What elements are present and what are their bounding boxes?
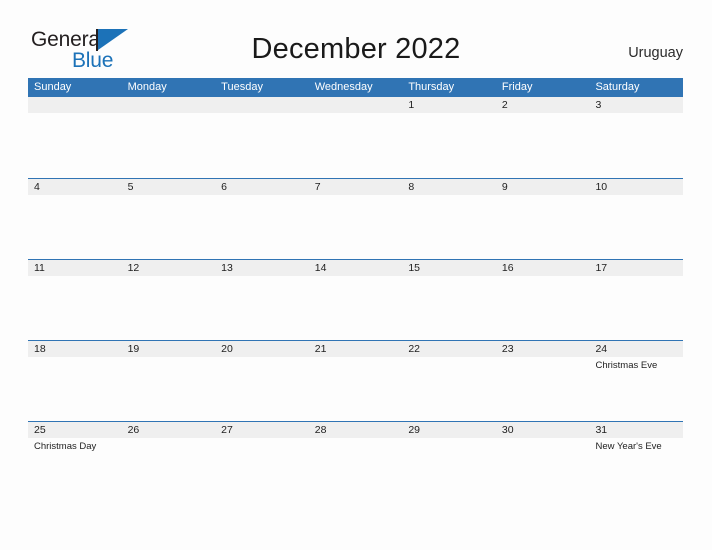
- day-number: 3: [595, 99, 602, 111]
- week-day-cells: 11 12 13 14 15 16 17: [28, 260, 683, 341]
- weekday-wednesday: Wednesday: [314, 81, 373, 93]
- day-number: 21: [314, 343, 327, 355]
- day-number: 9: [501, 181, 508, 193]
- day-number: 23: [501, 343, 514, 355]
- day-cell[interactable]: 29: [402, 422, 496, 503]
- weekday-sunday: Sunday: [34, 81, 72, 93]
- week-row: 1 2 3: [28, 97, 683, 178]
- day-cell[interactable]: 22: [402, 341, 496, 422]
- day-cell[interactable]: 28: [309, 422, 403, 503]
- day-cell[interactable]: 14: [309, 260, 403, 341]
- day-cell[interactable]: [309, 97, 403, 178]
- day-number: 11: [34, 262, 45, 274]
- day-number: 2: [501, 99, 508, 111]
- day-cell[interactable]: 18: [28, 341, 122, 422]
- day-number: 8: [408, 181, 415, 193]
- day-cell[interactable]: 31 New Year's Eve: [589, 422, 683, 503]
- day-number: 22: [408, 343, 420, 355]
- day-cell[interactable]: 30: [496, 422, 590, 503]
- day-cell[interactable]: 10: [589, 179, 683, 260]
- day-cell[interactable]: 8: [402, 179, 496, 260]
- day-cell[interactable]: [122, 97, 216, 178]
- day-number: 14: [314, 262, 327, 274]
- day-number: 13: [221, 262, 233, 274]
- day-number: 20: [221, 343, 233, 355]
- day-cell[interactable]: 19: [122, 341, 216, 422]
- page-title: December 2022: [251, 33, 461, 65]
- day-number: 12: [127, 262, 140, 274]
- week-day-cells: 18 19 20 21 22 23 24 Christmas Eve: [28, 341, 683, 422]
- day-number: 5: [127, 181, 134, 193]
- country-label: Uruguay: [628, 45, 683, 61]
- day-cell[interactable]: 16: [496, 260, 590, 341]
- day-cell[interactable]: 15: [402, 260, 496, 341]
- day-number: 30: [501, 424, 514, 436]
- week-row: 4 5 6 7 8 9 10: [28, 178, 683, 259]
- weekday-friday: Friday: [501, 81, 533, 93]
- day-number: 25: [34, 424, 46, 436]
- weekday-thursday: Thursday: [408, 81, 455, 93]
- day-cell[interactable]: 26: [122, 422, 216, 503]
- day-cell[interactable]: [215, 97, 309, 178]
- day-cell[interactable]: 11: [28, 260, 122, 341]
- day-cell[interactable]: 6: [215, 179, 309, 260]
- day-cell[interactable]: 1: [402, 97, 496, 178]
- day-cell[interactable]: 21: [309, 341, 403, 422]
- weekday-saturday: Saturday: [595, 81, 640, 93]
- week-row: 11 12 13 14 15 16 17: [28, 259, 683, 340]
- weekday-monday: Monday: [127, 81, 167, 93]
- day-cell[interactable]: 27: [215, 422, 309, 503]
- day-cell[interactable]: 25 Christmas Day: [28, 422, 122, 503]
- day-number: 24: [595, 343, 608, 355]
- day-number: 4: [34, 181, 40, 193]
- day-cell[interactable]: 20: [215, 341, 309, 422]
- week-row: 18 19 20 21 22 23 24 Christmas Eve: [28, 340, 683, 421]
- day-cell[interactable]: 9: [496, 179, 590, 260]
- day-cell[interactable]: 3: [589, 97, 683, 178]
- day-event: New Year's Eve: [595, 441, 662, 452]
- weekday-tuesday: Tuesday: [221, 81, 263, 93]
- day-cell[interactable]: 13: [215, 260, 309, 341]
- day-number: 17: [595, 262, 608, 274]
- day-number: 1: [408, 99, 415, 111]
- weekday-header-row: Sunday Monday Tuesday Wednesday Thursday…: [28, 78, 683, 97]
- day-number: 27: [221, 424, 233, 436]
- day-number: 18: [34, 343, 46, 355]
- calendar-grid: Sunday Monday Tuesday Wednesday Thursday…: [28, 78, 683, 502]
- day-cell[interactable]: [28, 97, 122, 178]
- day-cell[interactable]: 24 Christmas Eve: [589, 341, 683, 422]
- day-number: 19: [127, 343, 140, 355]
- week-day-cells: 1 2 3: [28, 97, 683, 178]
- day-cell[interactable]: 4: [28, 179, 122, 260]
- day-cell[interactable]: 5: [122, 179, 216, 260]
- day-number: 28: [314, 424, 327, 436]
- day-number: 29: [408, 424, 420, 436]
- day-cell[interactable]: 12: [122, 260, 216, 341]
- day-cell[interactable]: 17: [589, 260, 683, 341]
- day-event: Christmas Eve: [595, 360, 658, 371]
- week-day-cells: 25 Christmas Day 26 27 28 29 30 31 New Y…: [28, 422, 683, 503]
- day-number: 10: [595, 181, 608, 193]
- day-event: Christmas Day: [34, 441, 97, 452]
- week-day-cells: 4 5 6 7 8 9 10: [28, 179, 683, 260]
- day-number: 31: [595, 424, 608, 436]
- day-number: 26: [127, 424, 140, 436]
- day-cell[interactable]: 2: [496, 97, 590, 178]
- day-cell[interactable]: 23: [496, 341, 590, 422]
- week-row: 25 Christmas Day 26 27 28 29 30 31 New Y…: [28, 421, 683, 502]
- day-number: 6: [221, 181, 227, 193]
- day-number: 7: [314, 181, 321, 193]
- page-header: General Blue December 2022 Uruguay: [0, 0, 712, 78]
- day-number: 15: [408, 262, 420, 274]
- calendar-page: General Blue December 2022 Uruguay Sunda…: [0, 0, 712, 550]
- day-number: 16: [501, 262, 514, 274]
- day-cell[interactable]: 7: [309, 179, 403, 260]
